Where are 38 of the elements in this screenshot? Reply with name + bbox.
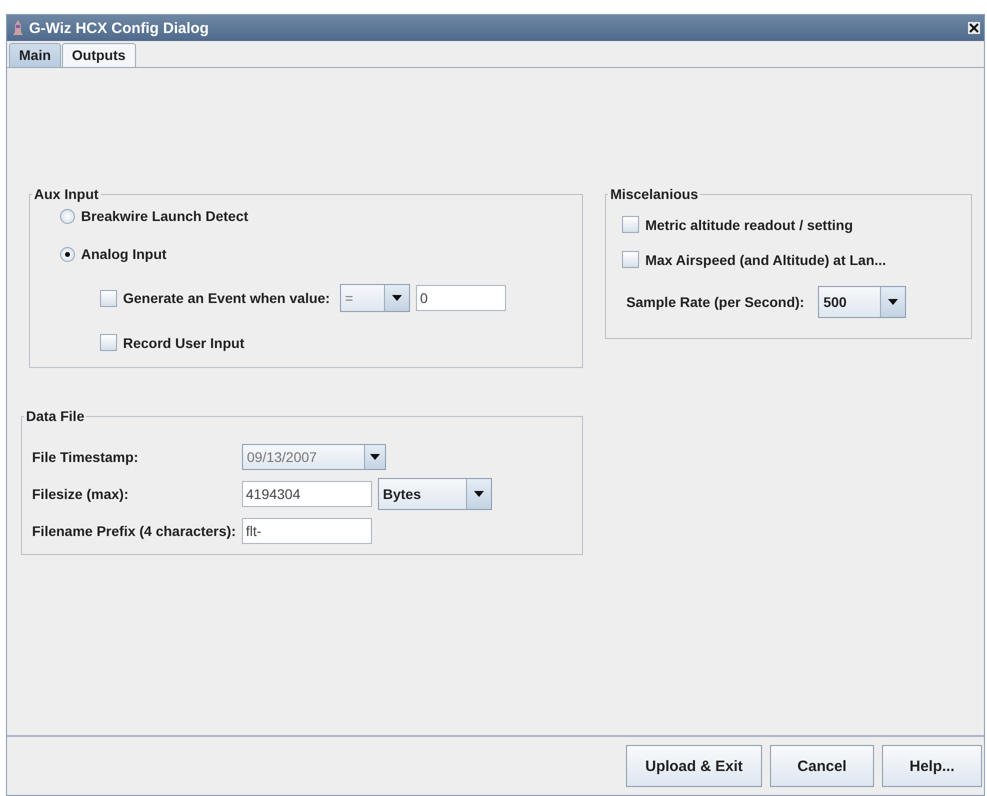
- group-title: Aux Input: [33, 186, 100, 202]
- value-input[interactable]: 0: [416, 285, 506, 311]
- tab[interactable]: Outputs: [62, 43, 136, 67]
- window-title: G-Wiz HCX Config Dialog: [29, 20, 210, 36]
- dialog-button[interactable]: Upload & Exit: [626, 745, 762, 787]
- close-icon[interactable]: [968, 22, 980, 34]
- field-label: File Timestamp:: [32, 449, 140, 465]
- radio-label: Analog Input: [81, 246, 167, 262]
- field-label: Sample Rate (per Second):: [626, 294, 804, 310]
- group-title: Miscelanious: [609, 186, 700, 202]
- radio-button[interactable]: [60, 208, 75, 224]
- caret-icon: [392, 295, 402, 301]
- dialog-button[interactable]: Help...: [882, 745, 982, 787]
- field-label: Filesize (max):: [32, 486, 130, 502]
- unit-dropdown[interactable]: Bytes: [378, 478, 492, 510]
- radio-button[interactable]: [60, 246, 75, 262]
- checkbox-label: Generate an Event when value:: [123, 290, 330, 306]
- checkbox[interactable]: [622, 216, 640, 233]
- dialog-button[interactable]: Cancel: [770, 745, 874, 787]
- checkbox-label: Metric altitude readout / setting: [645, 216, 853, 232]
- date-dropdown[interactable]: 09/13/2007: [242, 444, 386, 470]
- checkbox[interactable]: [100, 334, 117, 351]
- field-label: Filename Prefix (4 characters):: [32, 523, 236, 539]
- app-icon: [13, 20, 23, 36]
- checkbox-label: Max Airspeed (and Altitude) at Lan...: [645, 252, 886, 268]
- caret-icon: [474, 491, 484, 497]
- radio-label: Breakwire Launch Detect: [81, 208, 248, 224]
- operator-dropdown[interactable]: =: [340, 284, 410, 312]
- checkbox[interactable]: [100, 290, 117, 306]
- tab[interactable]: Main: [9, 43, 61, 67]
- sample-rate-dropdown[interactable]: 500: [818, 286, 906, 318]
- checkbox[interactable]: [622, 251, 640, 268]
- caret-icon: [370, 454, 380, 460]
- filesize-input[interactable]: 4194304: [242, 481, 372, 507]
- prefix-input[interactable]: flt-: [242, 518, 372, 544]
- checkbox-label: Record User Input: [123, 334, 244, 350]
- caret-icon: [888, 299, 898, 305]
- group-title: Data File: [25, 408, 86, 424]
